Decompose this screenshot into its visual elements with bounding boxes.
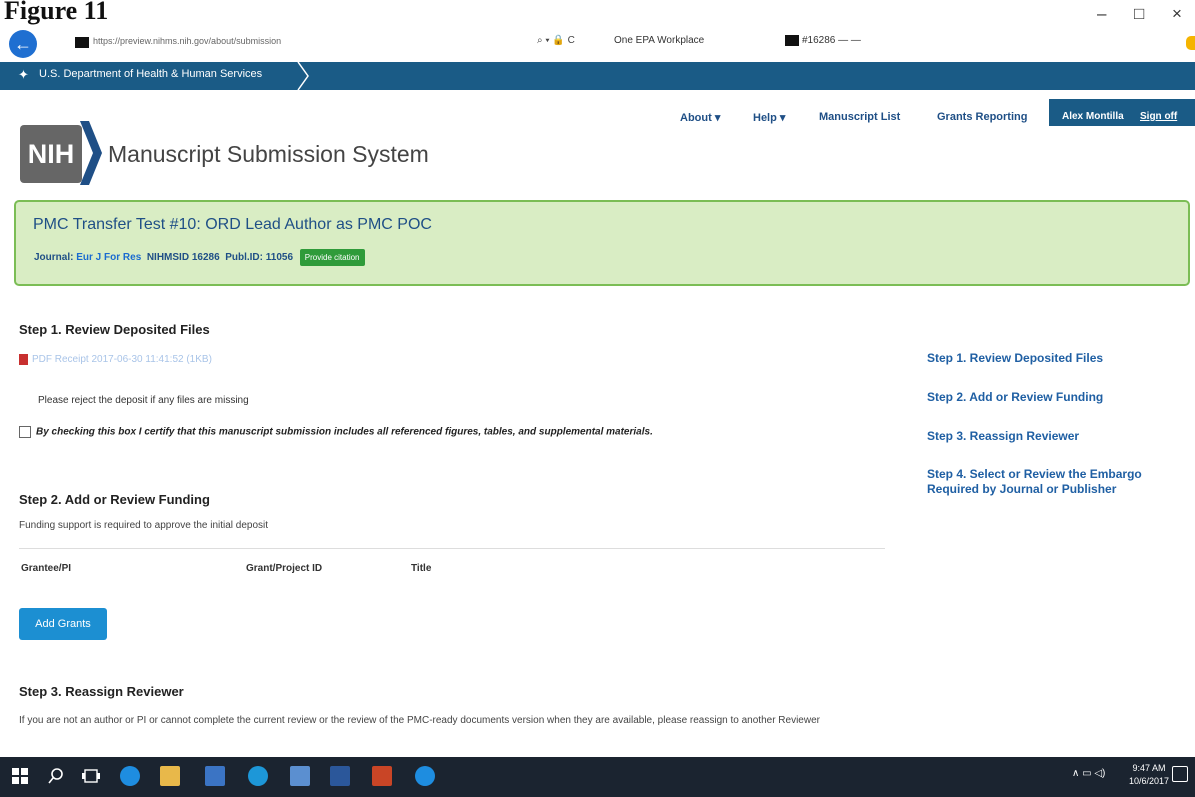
- url-text: https://preview.nihms.nih.gov/about/subm…: [93, 36, 282, 46]
- nav-grants-reporting[interactable]: Grants Reporting: [937, 111, 1027, 123]
- provide-citation-button[interactable]: Provide citation: [299, 249, 365, 266]
- step2-heading: Step 2. Add or Review Funding: [19, 492, 210, 507]
- add-grants-button[interactable]: Add Grants: [19, 608, 107, 640]
- reject-note: Please reject the deposit if any files a…: [38, 395, 249, 406]
- side-step1-link[interactable]: Step 1. Review Deposited Files: [927, 351, 1167, 366]
- grants-col-grant-id: Grant/Project ID: [246, 563, 323, 574]
- clock-date: 10/6/2017: [1129, 776, 1170, 786]
- side-step4-link[interactable]: Step 4. Select or Review the Embargo Req…: [927, 467, 1167, 497]
- epa-tab-label: One EPA Workplace: [614, 35, 705, 46]
- journal-name-link[interactable]: Eur J For Res: [76, 252, 141, 263]
- side-step2-link[interactable]: Step 2. Add or Review Funding: [927, 390, 1167, 405]
- notification-icon[interactable]: [1172, 766, 1188, 782]
- search-icon[interactable]: [48, 768, 64, 784]
- manuscript-tab-label: #16286 — —: [802, 35, 861, 47]
- side-step3-link[interactable]: Step 3. Reassign Reviewer: [927, 429, 1167, 444]
- edge-ie-icon[interactable]: [120, 766, 140, 786]
- back-arrow-icon[interactable]: ←: [9, 30, 37, 58]
- certify-checkbox[interactable]: [19, 426, 31, 438]
- funding-note: Funding support is required to approve t…: [19, 520, 269, 531]
- manuscript-meta: Journal: Eur J For Res NIHMSID 16286 Pub…: [34, 249, 365, 266]
- start-icon[interactable]: [12, 768, 28, 784]
- browser-tab-epa[interactable]: One EPA Workplace: [614, 35, 704, 46]
- nih-favicon-icon: [75, 37, 89, 48]
- address-bar[interactable]: https://preview.nihms.nih.gov/about/subm…: [75, 36, 282, 48]
- hhs-eagle-icon: ✦: [18, 67, 29, 82]
- clock-time: 9:47 AM: [1132, 763, 1166, 773]
- nih-logo[interactable]: NIH: [20, 125, 82, 183]
- nihmsid: NIHMSID 16286: [146, 252, 220, 264]
- system-tray[interactable]: ∧ ▭ ◁): [1072, 768, 1105, 779]
- address-bar-icons[interactable]: ⌕ ▾ 🔒 C: [537, 35, 575, 46]
- browser-tab-manuscript[interactable]: #16286 — —: [785, 35, 861, 46]
- skype-icon[interactable]: [248, 766, 268, 786]
- close-button[interactable]: ×: [1172, 4, 1182, 24]
- hhs-link[interactable]: ✦ U.S. Department of Health & Human Servi…: [18, 67, 263, 82]
- hhs-label-text: U.S. Department of Health & Human Servic…: [39, 67, 263, 80]
- pdf-icon: [19, 354, 28, 365]
- grants-col-title: Title: [411, 563, 432, 574]
- word-icon[interactable]: [330, 766, 350, 786]
- nih-favicon-icon: [785, 35, 799, 46]
- site-title: Manuscript Submission System: [108, 141, 429, 167]
- manuscript-summary-panel: [14, 200, 1190, 286]
- file-explorer-icon[interactable]: [160, 766, 180, 786]
- step3-heading: Step 3. Reassign Reviewer: [19, 684, 184, 699]
- outlook-calendar-icon[interactable]: [290, 766, 310, 786]
- taskbar-clock[interactable]: 9:47 AM 10/6/2017: [1129, 762, 1169, 788]
- restore-button[interactable]: □: [1134, 4, 1144, 24]
- powerpoint-icon[interactable]: [372, 766, 392, 786]
- browser-extension-icon[interactable]: [1186, 36, 1195, 50]
- reassign-note: If you are not an author or PI or cannot…: [19, 715, 820, 726]
- sign-off-link[interactable]: Sign off: [1140, 111, 1177, 122]
- nih-chevron-icon: [80, 121, 102, 185]
- nav-help[interactable]: Help ▾: [753, 111, 785, 124]
- minimize-button[interactable]: –: [1097, 4, 1106, 24]
- journal-label: Journal:: [34, 252, 74, 264]
- internet-explorer-icon[interactable]: [415, 766, 435, 786]
- publ-id: Publ.ID: 11056: [225, 252, 294, 264]
- hhs-chevron-icon: [297, 62, 309, 90]
- task-view-icon[interactable]: [82, 768, 100, 784]
- pdf-receipt-label: PDF Receipt 2017-06-30 11:41:52 (1KB): [32, 354, 212, 366]
- grants-table-divider: [19, 548, 885, 549]
- pdf-receipt-link[interactable]: PDF Receipt 2017-06-30 11:41:52 (1KB): [19, 354, 212, 365]
- nav-about[interactable]: About ▾: [680, 111, 720, 124]
- certify-text: By checking this box I certify that this…: [36, 426, 653, 438]
- grants-col-grantee: Grantee/PI: [21, 563, 72, 574]
- nav-manuscript-list[interactable]: Manuscript List: [819, 111, 900, 123]
- outlook-icon[interactable]: [205, 766, 225, 786]
- page-heading: Figure 11: [4, 0, 109, 25]
- user-name: Alex Montilla: [1062, 111, 1124, 122]
- step1-heading: Step 1. Review Deposited Files: [19, 322, 210, 337]
- certify-row: By checking this box I certify that this…: [19, 426, 653, 438]
- manuscript-title: PMC Transfer Test #10: ORD Lead Author a…: [33, 216, 432, 233]
